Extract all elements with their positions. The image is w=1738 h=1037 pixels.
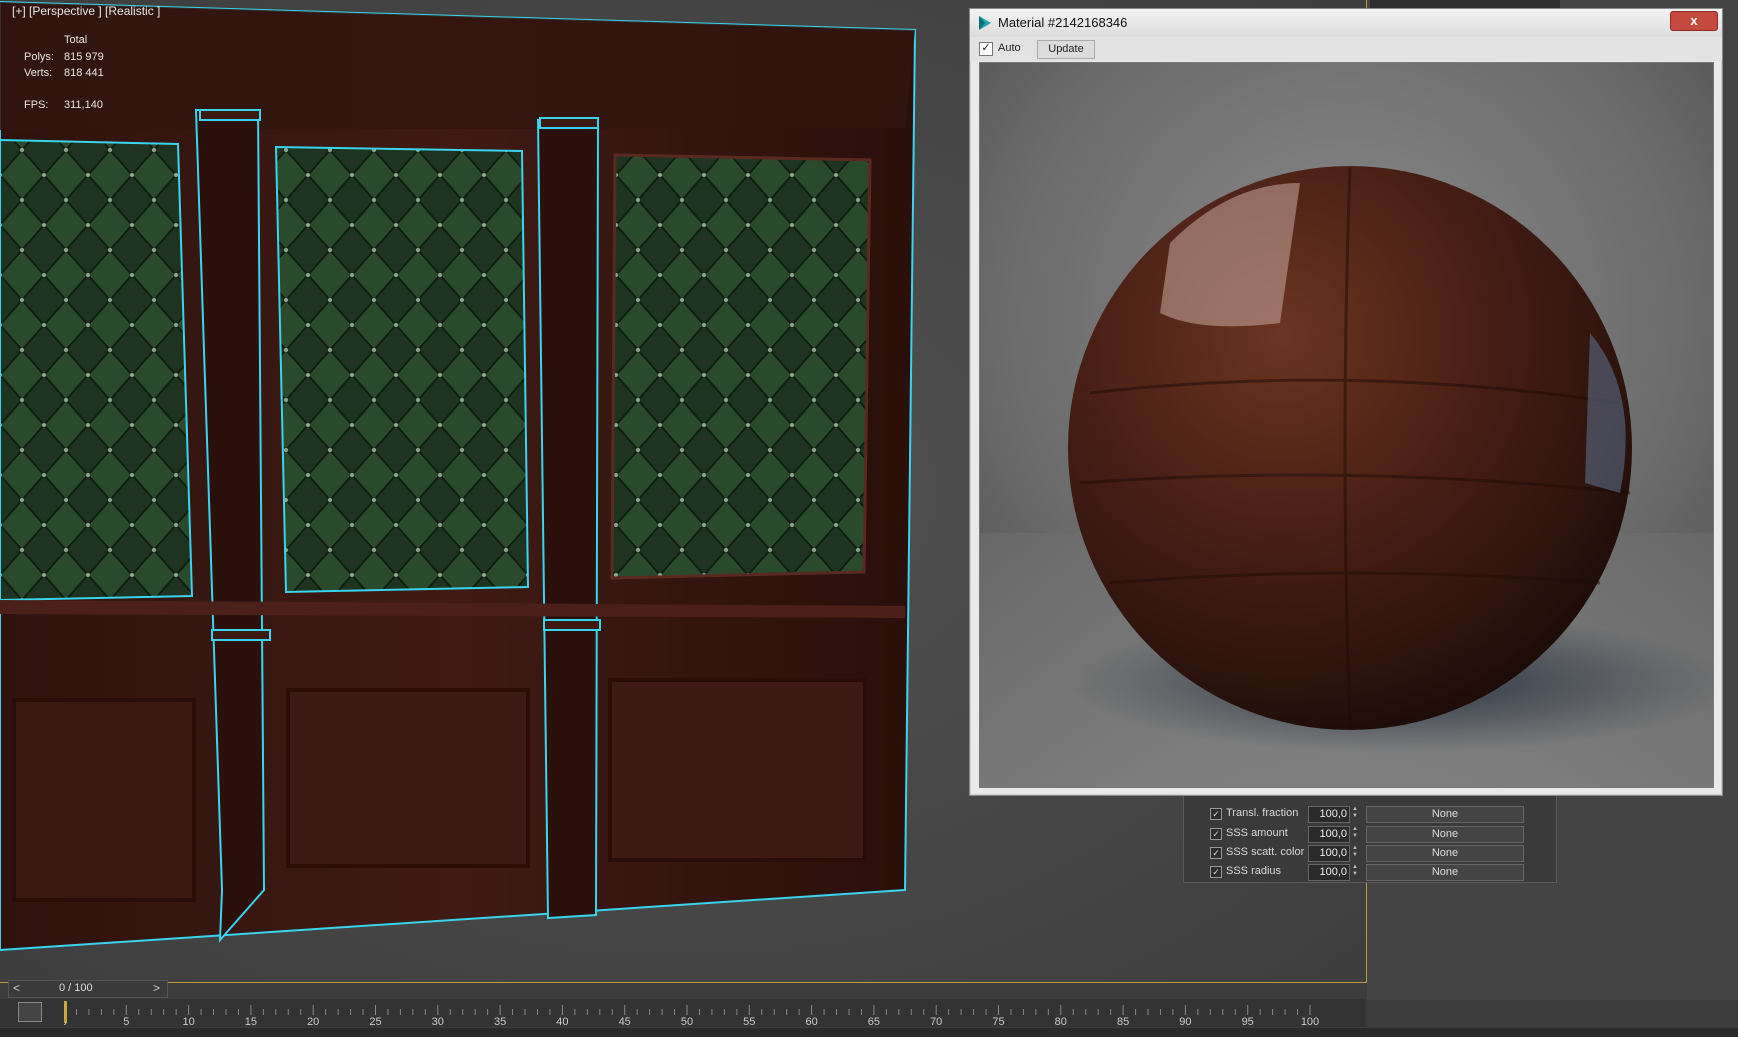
sss-row-value[interactable]: 100,0 — [1308, 826, 1350, 843]
sss-row-map-button[interactable]: None — [1366, 806, 1524, 823]
leather-panel-center — [274, 145, 530, 594]
frame-tick-label: 20 — [307, 1016, 319, 1027]
material-preview-window[interactable]: Material #2142168346 x ✓ Auto Update — [969, 8, 1723, 796]
sss-row-map-button[interactable]: None — [1366, 864, 1524, 881]
sss-row: ✓ SSS radius 100,0 ▲ ▼ None — [1210, 864, 1540, 882]
frame-tick-label: 50 — [681, 1016, 693, 1027]
fps-value: 311,140 — [64, 99, 103, 111]
frame-tick-label: 5 — [123, 1016, 129, 1027]
polys-value: 815 979 — [64, 51, 104, 63]
app-logo-icon — [979, 16, 991, 30]
frame-tick-label: 75 — [992, 1016, 1004, 1027]
sss-row-checkbox[interactable]: ✓ — [1210, 847, 1222, 859]
sss-row-label: SSS amount — [1226, 827, 1288, 839]
sss-row-map-button[interactable]: None — [1366, 826, 1524, 843]
spinner-icon[interactable]: ▲ ▼ — [1352, 806, 1360, 821]
frame-tick-label: 15 — [245, 1016, 257, 1027]
material-sphere-render — [980, 63, 1713, 787]
curve-editor-icon[interactable] — [18, 1002, 42, 1022]
prev-frame-button[interactable]: < — [13, 981, 20, 995]
frame-tick-label: 55 — [743, 1016, 755, 1027]
time-cursor — [64, 1001, 67, 1023]
spinner-icon[interactable]: ▲ ▼ — [1352, 826, 1360, 841]
fps-label: FPS: — [24, 99, 49, 111]
sss-row: ✓ SSS amount 100,0 ▲ ▼ None — [1210, 826, 1540, 844]
pilaster-right — [536, 118, 600, 920]
sss-row-checkbox[interactable]: ✓ — [1210, 828, 1222, 840]
frame-tick-label: 80 — [1055, 1016, 1067, 1027]
frame-tick-label: 35 — [494, 1016, 506, 1027]
verts-label: Verts: — [24, 67, 53, 79]
wood-sphere — [1068, 166, 1632, 730]
sss-row: ✓ SSS scatt. color 100,0 ▲ ▼ None — [1210, 845, 1540, 863]
verts-value: 818 441 — [64, 67, 104, 79]
frame-tick-label: 100 — [1301, 1016, 1319, 1027]
close-button[interactable]: x — [1670, 11, 1718, 31]
track-bar[interactable]: 0510152025303540455055606570758085909510… — [0, 999, 1366, 1027]
frame-tick-label: 45 — [619, 1016, 631, 1027]
sss-parameters-rollout: ✓ Transl. fraction 100,0 ▲ ▼ None ✓ SSS a… — [1183, 795, 1557, 883]
frame-tick-label: 85 — [1117, 1016, 1129, 1027]
sss-row-map-button[interactable]: None — [1366, 845, 1524, 862]
frame-tick-label: 60 — [805, 1016, 817, 1027]
material-preview-render — [979, 62, 1714, 788]
stats-header: Total — [64, 34, 88, 46]
viewport-label[interactable]: [+] [Perspective ] [Realistic ] — [12, 4, 160, 18]
frame-tick-label: 90 — [1179, 1016, 1191, 1027]
frame-tick-label: 25 — [369, 1016, 381, 1027]
status-bar — [0, 1028, 1738, 1037]
spinner-icon[interactable]: ▲ ▼ — [1352, 845, 1360, 860]
frame-tick-label: 30 — [432, 1016, 444, 1027]
frame-tick-label: 40 — [556, 1016, 568, 1027]
sss-row: ✓ Transl. fraction 100,0 ▲ ▼ None — [1210, 806, 1540, 824]
sss-row-label: Transl. fraction — [1226, 807, 1299, 819]
frame-ruler[interactable]: 0510152025303540455055606570758085909510… — [64, 999, 1324, 1027]
frame-tick-label: 70 — [930, 1016, 942, 1027]
sss-row-value[interactable]: 100,0 — [1308, 864, 1350, 881]
frame-tick-label: 10 — [182, 1016, 194, 1027]
leather-panel-left — [0, 138, 194, 602]
sss-row-value[interactable]: 100,0 — [1308, 845, 1350, 862]
window-title: Material #2142168346 — [998, 15, 1128, 30]
leather-panel-right — [610, 153, 872, 580]
sss-row-label: SSS radius — [1226, 865, 1282, 877]
frame-tick-label: 95 — [1242, 1016, 1254, 1027]
sss-row-value[interactable]: 100,0 — [1308, 806, 1350, 823]
sss-row-label: SSS scatt. color — [1226, 846, 1305, 858]
update-button[interactable]: Update — [1037, 40, 1095, 59]
spinner-icon[interactable]: ▲ ▼ — [1352, 864, 1360, 879]
auto-label: Auto — [998, 42, 1021, 54]
auto-checkbox[interactable]: ✓ — [979, 42, 993, 56]
next-frame-button[interactable]: > — [153, 981, 160, 995]
polys-label: Polys: — [24, 51, 54, 63]
frame-tick-label: 65 — [868, 1016, 880, 1027]
sss-row-checkbox[interactable]: ✓ — [1210, 808, 1222, 820]
time-slider[interactable]: < 0 / 100 > — [8, 980, 168, 998]
window-titlebar[interactable]: Material #2142168346 x — [970, 9, 1722, 38]
frame-counter: 0 / 100 — [59, 982, 93, 994]
preview-toolbar: ✓ Auto Update — [970, 37, 1722, 61]
sss-row-checkbox[interactable]: ✓ — [1210, 866, 1222, 878]
